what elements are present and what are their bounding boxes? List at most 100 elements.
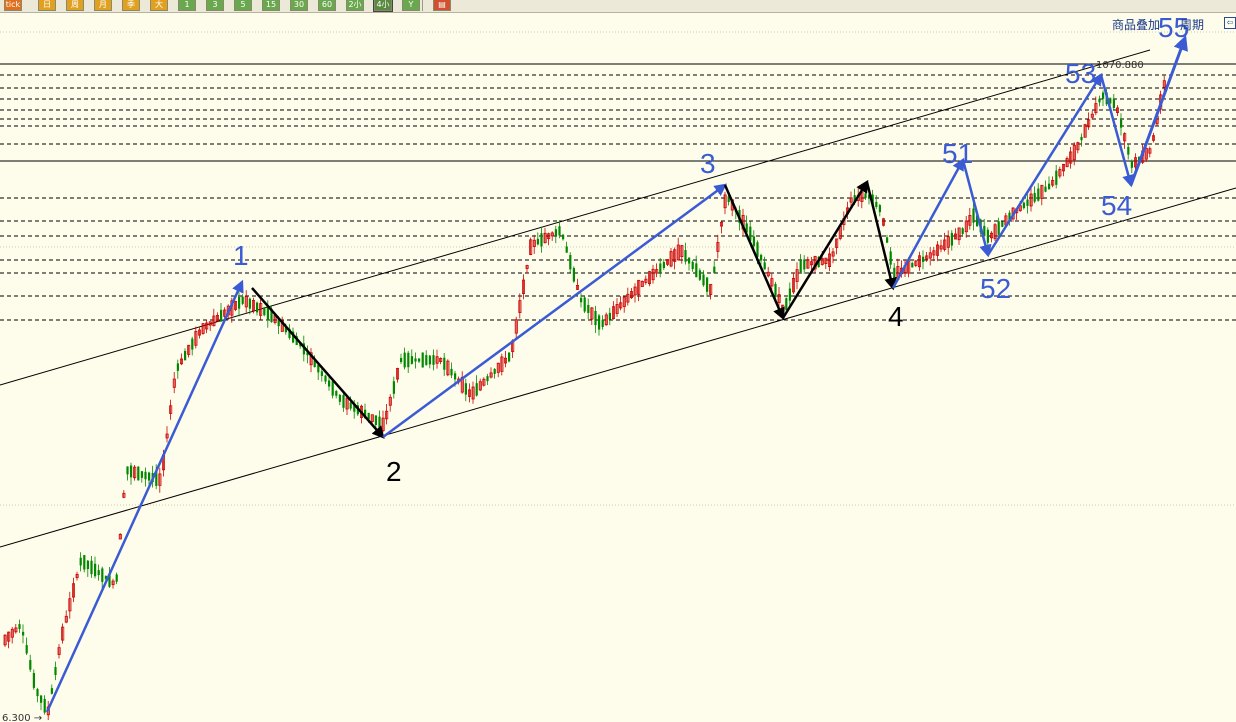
candle-body-down bbox=[191, 338, 194, 350]
candle-body-down bbox=[248, 298, 251, 309]
trend-channel-line bbox=[0, 187, 1236, 548]
period-button-14[interactable]: Y bbox=[402, 0, 420, 11]
candle-body-down bbox=[220, 309, 223, 322]
candle-body-down bbox=[886, 237, 889, 243]
candle-body-down bbox=[986, 229, 989, 243]
period-link[interactable]: 周期 bbox=[1180, 16, 1204, 33]
wave-label: 52 bbox=[980, 273, 1011, 304]
candle-body-down bbox=[50, 688, 53, 694]
candle-body-down bbox=[1098, 98, 1101, 103]
candle-body-down bbox=[425, 355, 428, 365]
candle-body-down bbox=[911, 263, 914, 268]
period-button-6[interactable]: 1 bbox=[178, 0, 196, 11]
period-button-8[interactable]: 5 bbox=[234, 0, 252, 11]
candle-body-down bbox=[184, 350, 187, 361]
period-button-3[interactable]: 月 bbox=[94, 0, 112, 11]
candle-body-down bbox=[659, 263, 662, 273]
candle-body-down bbox=[432, 355, 435, 365]
candle-body-down bbox=[241, 296, 244, 304]
candle-body-down bbox=[1037, 188, 1040, 201]
candle-body-down bbox=[328, 380, 331, 387]
candle-body-down bbox=[263, 307, 266, 316]
candle-body-down bbox=[763, 262, 766, 270]
period-button-5[interactable]: 大 bbox=[150, 0, 168, 11]
candle-body-down bbox=[349, 402, 352, 409]
period-button-7[interactable]: 3 bbox=[206, 0, 224, 11]
candle-body-down bbox=[691, 261, 694, 270]
wave-arrow-1 bbox=[251, 287, 385, 439]
candle-body-down bbox=[464, 383, 467, 395]
candle-body-down bbox=[662, 262, 665, 269]
candle-body-down bbox=[342, 394, 345, 408]
candle-body-down bbox=[554, 229, 557, 236]
panel-icon[interactable]: ⇦ bbox=[1224, 17, 1236, 29]
period-button-4[interactable]: 季 bbox=[122, 0, 140, 11]
candle-body-down bbox=[101, 568, 104, 582]
wave-arrow-9 bbox=[1099, 74, 1135, 188]
candle-body-down bbox=[1001, 221, 1004, 227]
high-price-label: 1070.880 bbox=[1096, 60, 1144, 71]
candle-body-down bbox=[774, 283, 777, 298]
candle-body-down bbox=[1102, 92, 1105, 99]
candle-body-down bbox=[238, 297, 241, 309]
candle-body-down bbox=[428, 355, 431, 365]
wave-label: 54 bbox=[1101, 190, 1132, 221]
candle-body-down bbox=[378, 416, 381, 429]
candle-body-down bbox=[40, 695, 43, 703]
candle-body-down bbox=[400, 357, 403, 363]
wave-arrow-6 bbox=[891, 157, 965, 289]
wave-label: 3 bbox=[700, 148, 716, 179]
overlay-link[interactable]: 商品叠加 bbox=[1112, 16, 1160, 33]
candle-body-down bbox=[450, 368, 453, 376]
candle-body-down bbox=[608, 312, 611, 320]
candle-body-down bbox=[889, 251, 892, 265]
candle-body-down bbox=[540, 233, 543, 247]
candle-body-down bbox=[331, 381, 334, 396]
period-button-2[interactable]: 周 bbox=[66, 0, 84, 11]
period-button-0[interactable]: tick bbox=[4, 0, 22, 11]
candle-body-down bbox=[414, 358, 417, 362]
candle-body-down bbox=[922, 256, 925, 262]
period-button-13[interactable]: 4小 bbox=[373, 0, 393, 12]
candle-body-down bbox=[43, 698, 46, 713]
period-button-11[interactable]: 60 bbox=[318, 0, 336, 11]
candle-body-down bbox=[788, 288, 791, 301]
candle-body-down bbox=[702, 274, 705, 286]
candle-body-down bbox=[130, 465, 133, 478]
candle-body-down bbox=[79, 557, 82, 566]
candle-body-down bbox=[961, 228, 964, 234]
candle-body-down bbox=[580, 297, 583, 303]
candle-body-down bbox=[785, 298, 788, 311]
low-price-label: 6.300 → bbox=[2, 713, 42, 722]
candle-body-down bbox=[713, 266, 716, 273]
candle-body-down bbox=[137, 466, 140, 481]
period-button-10[interactable]: 30 bbox=[290, 0, 308, 11]
candle-body-down bbox=[1112, 98, 1115, 108]
candle-body-down bbox=[148, 472, 151, 481]
period-button-1[interactable]: 日 bbox=[38, 0, 56, 11]
period-button-15[interactable]: ▤ bbox=[433, 0, 451, 11]
wave-arrow-0 bbox=[45, 279, 244, 713]
wave-label: 53 bbox=[1065, 58, 1096, 89]
wave-label: 51 bbox=[942, 138, 973, 169]
candle-body-down bbox=[864, 193, 867, 199]
candle-body-down bbox=[1120, 119, 1123, 128]
wave-label: 2 bbox=[386, 456, 402, 487]
wave-arrow-2 bbox=[382, 183, 728, 439]
wave-arrow-7 bbox=[961, 159, 992, 258]
candle-body-down bbox=[688, 257, 691, 264]
candle-body-down bbox=[18, 624, 21, 629]
candle-body-down bbox=[25, 645, 28, 654]
candle-body-down bbox=[893, 267, 896, 283]
candle-body-down bbox=[695, 263, 698, 278]
candle-body-down bbox=[698, 270, 701, 280]
candle-body-down bbox=[454, 373, 457, 380]
period-button-9[interactable]: 15 bbox=[262, 0, 280, 11]
candle-body-down bbox=[22, 631, 25, 636]
candle-body-down bbox=[374, 415, 377, 426]
period-button-12[interactable]: 2小 bbox=[346, 0, 364, 11]
candle-body-down bbox=[558, 226, 561, 236]
candle-body-down bbox=[1080, 136, 1083, 141]
candle-body-down bbox=[29, 660, 32, 670]
candle-body-down bbox=[875, 201, 878, 208]
